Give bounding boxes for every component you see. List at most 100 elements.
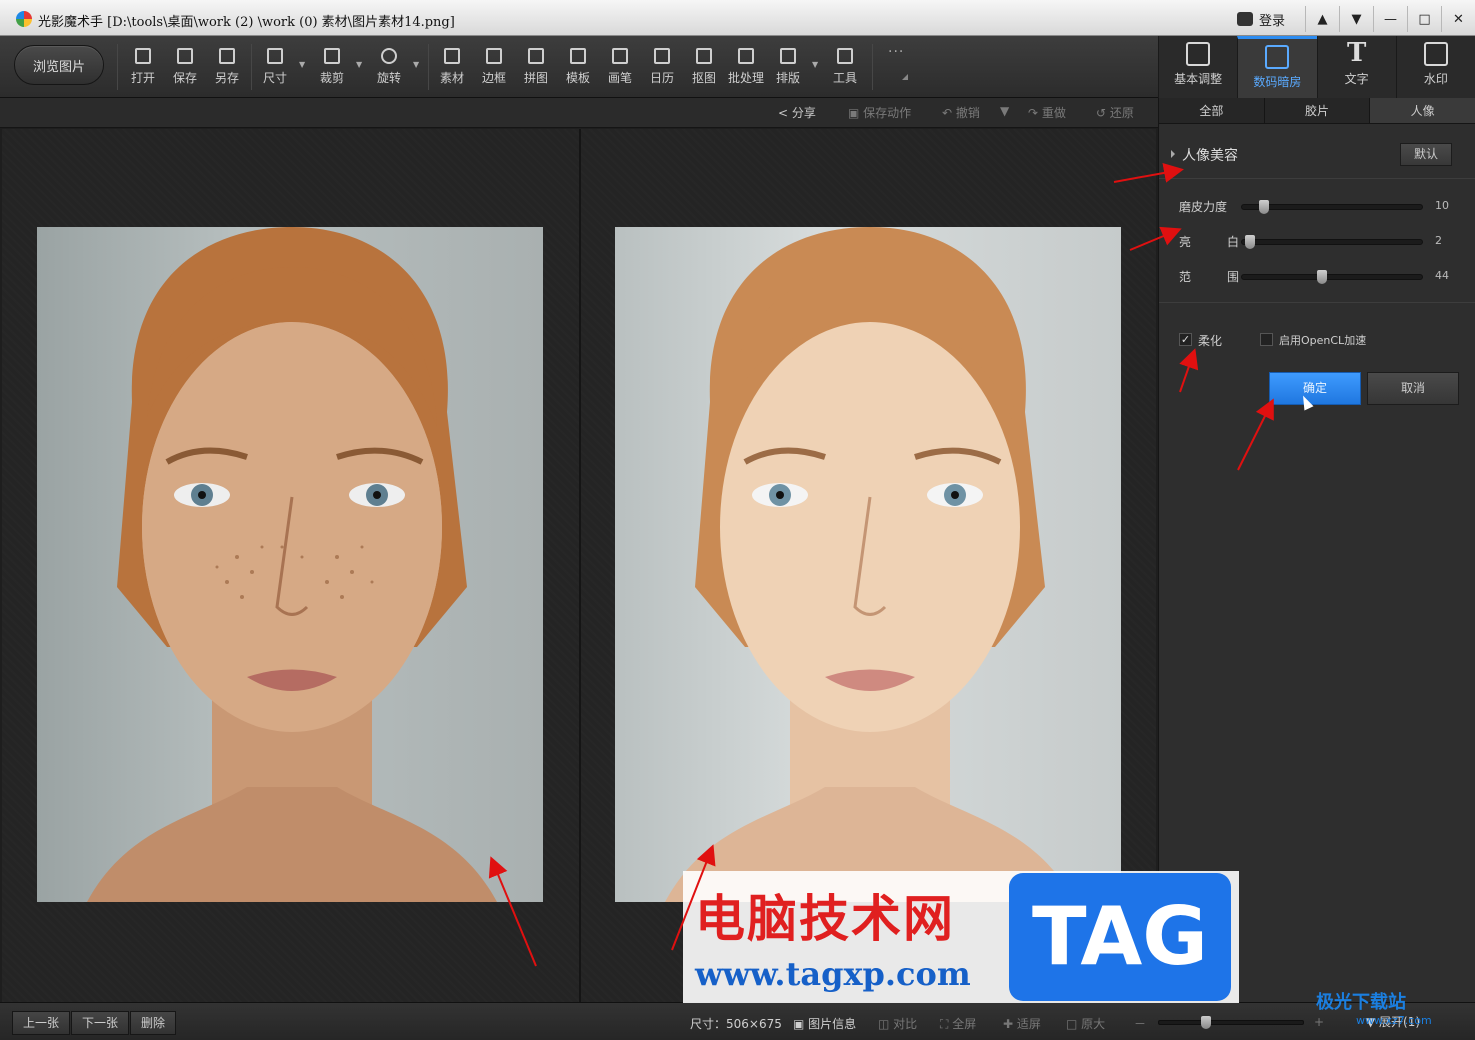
calendar-icon xyxy=(654,48,670,64)
batch-label: 批处理 xyxy=(727,71,764,85)
tools-button[interactable]: 工具 xyxy=(825,46,865,90)
batch-button[interactable]: 批处理 xyxy=(724,46,768,90)
slider-thumb[interactable] xyxy=(1316,270,1327,284)
maximize-button[interactable]: □ xyxy=(1407,6,1441,32)
subtab-film[interactable]: 胶片 xyxy=(1265,98,1371,123)
tab-basic-adjust[interactable]: 基本调整 xyxy=(1158,36,1237,98)
calendar-label: 日历 xyxy=(649,71,674,85)
opencl-checkbox[interactable] xyxy=(1260,333,1273,346)
range-slider-row: 范 围 44 xyxy=(1159,266,1475,286)
save-action-button[interactable]: ▣ 保存动作 xyxy=(848,104,911,121)
layout-dropdown-icon[interactable]: ▼ xyxy=(812,60,818,69)
save-label: 保存 xyxy=(172,71,197,85)
zoom-out-button[interactable]: － xyxy=(1134,1015,1146,1032)
whitening-slider[interactable] xyxy=(1241,235,1423,249)
login-button[interactable]: 登录 xyxy=(1217,6,1305,32)
cutout-button[interactable]: 抠图 xyxy=(684,46,724,90)
menu-button[interactable]: ▼ xyxy=(1339,6,1373,32)
image-info-button[interactable]: ▣ 图片信息 xyxy=(793,1015,856,1032)
undo-dropdown-icon[interactable]: ▼ xyxy=(1000,104,1009,118)
brush-label: 画笔 xyxy=(607,71,632,85)
skin-button[interactable]: ▲ xyxy=(1305,6,1339,32)
wrench-icon xyxy=(837,48,853,64)
expand-corner-icon[interactable] xyxy=(902,74,908,80)
save-as-icon xyxy=(219,48,235,64)
minimize-button[interactable]: — xyxy=(1373,6,1407,32)
divider xyxy=(1159,302,1475,303)
processed-photo xyxy=(615,227,1121,902)
delete-button[interactable]: 删除 xyxy=(130,1011,177,1035)
rotate-label: 旋转 xyxy=(376,71,401,85)
menu-icon: ▼ xyxy=(1351,11,1362,27)
share-button[interactable]: < 分享 xyxy=(778,104,816,121)
app-logo-icon xyxy=(16,11,32,27)
original-size-button[interactable]: □ 原大 xyxy=(1066,1015,1105,1032)
collapse-arrow-icon[interactable] xyxy=(1171,150,1175,158)
tab-text[interactable]: T 文字 xyxy=(1316,36,1396,98)
crop-button[interactable]: 裁剪 xyxy=(312,46,352,90)
crop-dropdown-icon[interactable]: ▼ xyxy=(356,60,362,69)
fullscreen-button[interactable]: ⛶ 全屏 xyxy=(940,1015,976,1032)
toolbar-separator xyxy=(872,44,873,90)
material-icon xyxy=(444,48,460,64)
cutout-icon xyxy=(696,48,712,64)
template-button[interactable]: 模板 xyxy=(558,46,598,90)
compare-button[interactable]: ◫ 对比 xyxy=(878,1015,917,1032)
material-button[interactable]: 素材 xyxy=(432,46,472,90)
resize-dropdown-icon[interactable]: ▼ xyxy=(299,60,305,69)
brush-icon xyxy=(612,48,628,64)
login-label: 登录 xyxy=(1258,13,1285,29)
soften-checkbox[interactable]: ✓ xyxy=(1179,333,1192,346)
zoom-slider[interactable] xyxy=(1158,1016,1304,1029)
redo-button[interactable]: ↷ 重做 xyxy=(1028,104,1066,121)
slider-thumb[interactable] xyxy=(1245,235,1256,249)
smoothing-slider[interactable] xyxy=(1241,200,1423,214)
cutout-label: 抠图 xyxy=(691,71,716,85)
more-button[interactable]: ··· xyxy=(888,44,904,60)
rotate-button[interactable]: 旋转 xyxy=(369,46,409,90)
opencl-label[interactable]: 启用OpenCL加速 xyxy=(1279,332,1366,348)
brush-button[interactable]: 画笔 xyxy=(600,46,640,90)
cancel-button[interactable]: 取消 xyxy=(1367,372,1459,405)
restore-button[interactable]: ↺ 还原 xyxy=(1096,104,1134,121)
browse-images-button[interactable]: 浏览图片 xyxy=(14,45,104,85)
range-label-2: 围 xyxy=(1227,270,1240,284)
resize-button[interactable]: 尺寸 xyxy=(255,46,295,90)
save-button[interactable]: 保存 xyxy=(165,46,205,90)
range-slider[interactable] xyxy=(1241,270,1423,284)
rotate-dropdown-icon[interactable]: ▼ xyxy=(413,60,419,69)
tag-logo: TAG xyxy=(1009,873,1231,1001)
tab-digital-darkroom[interactable]: 数码暗房 xyxy=(1237,36,1317,98)
subtab-all[interactable]: 全部 xyxy=(1159,98,1265,123)
prev-image-button[interactable]: 上一张 xyxy=(12,1011,71,1035)
open-button[interactable]: 打开 xyxy=(123,46,163,90)
undo-button[interactable]: ↶ 撤销 xyxy=(942,104,980,121)
collage-button[interactable]: 拼图 xyxy=(516,46,556,90)
soften-label[interactable]: 柔化 xyxy=(1198,332,1222,349)
image-size-readout: 尺寸：506×675 xyxy=(690,1017,782,1031)
tools-label: 工具 xyxy=(832,71,857,85)
subtab-portrait[interactable]: 人像 xyxy=(1370,98,1475,123)
zoom-in-button[interactable]: + xyxy=(1314,1015,1324,1029)
collage-label: 拼图 xyxy=(523,71,548,85)
section-title[interactable]: 人像美容 xyxy=(1182,145,1238,165)
layout-button[interactable]: 排版 xyxy=(768,46,808,90)
calendar-button[interactable]: 日历 xyxy=(642,46,682,90)
close-button[interactable]: ✕ xyxy=(1441,6,1475,32)
border-button[interactable]: 边框 xyxy=(474,46,514,90)
resize-label: 尺寸 xyxy=(262,71,287,85)
tab-watermark[interactable]: 水印 xyxy=(1395,36,1475,98)
zoom-thumb[interactable] xyxy=(1201,1016,1211,1029)
fit-screen-label: 适屏 xyxy=(1016,1017,1041,1031)
next-image-button[interactable]: 下一张 xyxy=(71,1011,130,1035)
fit-screen-button[interactable]: ✚ 适屏 xyxy=(1003,1015,1041,1032)
title-bar: 光影魔术手 [D:\tools\桌面\work (2) \work (0) 素材… xyxy=(0,0,1475,36)
save-as-button[interactable]: 另存 xyxy=(207,46,247,90)
ok-button[interactable]: 确定 xyxy=(1269,372,1361,405)
slider-thumb[interactable] xyxy=(1259,200,1269,214)
main-toolbar: 浏览图片 打开 保存 另存 尺寸 ▼ 裁剪 ▼ 旋转 ▼ 素材 边框 拼图 模板… xyxy=(0,36,1158,98)
compare-divider[interactable] xyxy=(579,129,581,1002)
window-controls: 登录 ▲ ▼ — □ ✕ xyxy=(1217,6,1475,32)
default-button[interactable]: 默认 xyxy=(1400,143,1452,166)
smoothing-slider-row: 磨皮力度 10 xyxy=(1159,196,1475,216)
